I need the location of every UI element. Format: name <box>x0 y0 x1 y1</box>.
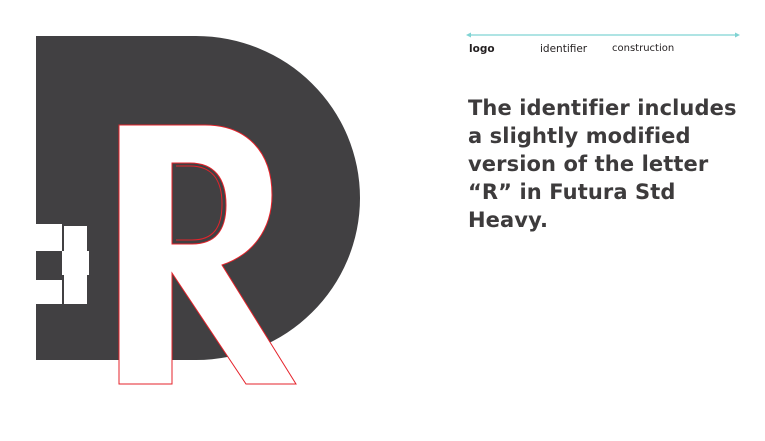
identifier-artwork <box>36 36 360 385</box>
nav-item-identifier[interactable]: identifier <box>540 43 587 55</box>
nav-item-construction[interactable]: construction <box>612 43 674 54</box>
double-arrow-line-icon <box>466 32 740 38</box>
identifier-description: The identifier includes a slightly modif… <box>468 96 737 232</box>
plus-mark <box>62 226 89 304</box>
nav-item-logo[interactable]: logo <box>469 43 495 55</box>
